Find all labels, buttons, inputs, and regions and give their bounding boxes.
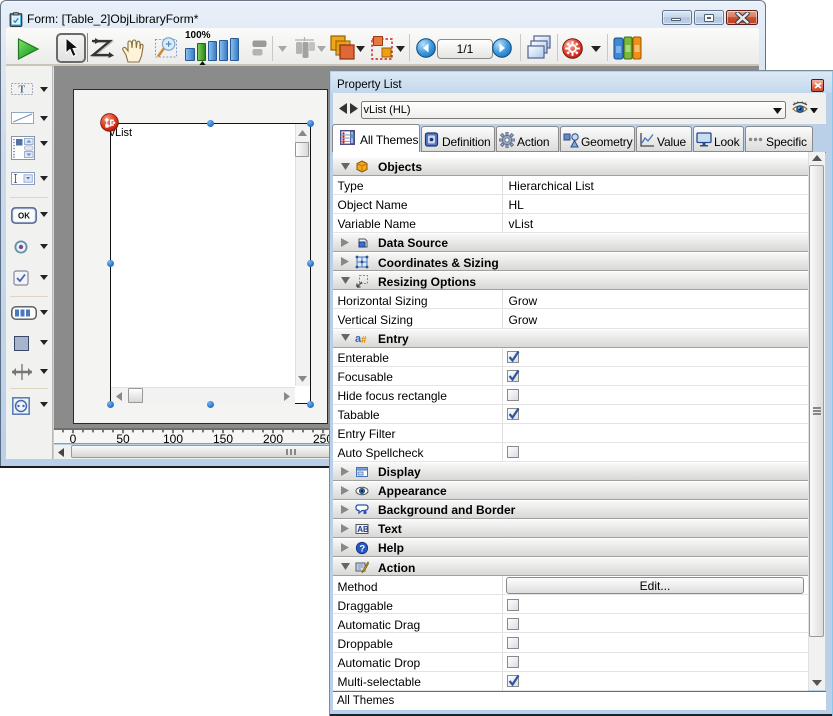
svg-text:AB: AB — [357, 525, 369, 534]
svg-text:#: # — [361, 335, 367, 345]
svg-text:OK: OK — [18, 212, 30, 221]
svg-text:T: T — [19, 85, 26, 95]
svg-text:?: ? — [359, 543, 365, 554]
